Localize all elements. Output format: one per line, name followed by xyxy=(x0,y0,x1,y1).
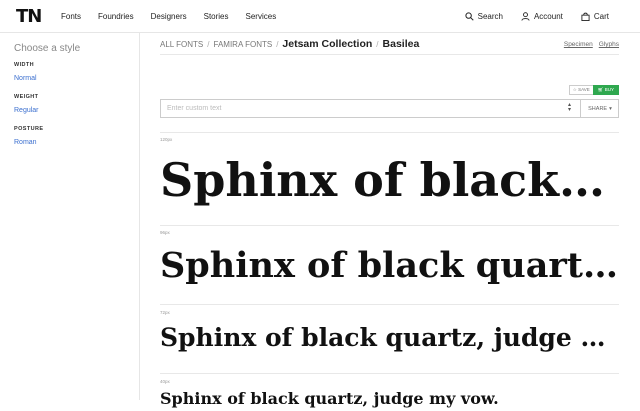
sample-text-72[interactable]: Sphinx of black quartz, judge my vow. xyxy=(160,317,618,359)
main-nav: Fonts Foundries Designers Stories Servic… xyxy=(61,0,276,32)
style-sidebar: Choose a style WIDTH Normal WEIGHT Regul… xyxy=(0,33,140,400)
tab-specimen[interactable]: Specimen xyxy=(564,41,593,48)
nav-foundries[interactable]: Foundries xyxy=(98,12,134,21)
nav-fonts[interactable]: Fonts xyxy=(61,12,81,21)
breadcrumb-foundry[interactable]: FAMIRA FONTS xyxy=(214,40,273,49)
cart-icon: 🛒︎ xyxy=(597,87,604,92)
breadcrumb-separator: / xyxy=(207,40,210,49)
sample-divider xyxy=(160,132,619,133)
sample-size-label: 72px xyxy=(160,310,170,315)
custom-text-input[interactable] xyxy=(161,100,573,117)
breadcrumb-separator: / xyxy=(376,40,379,49)
nav-designers[interactable]: Designers xyxy=(151,12,187,21)
purchase-actions: ☆ SAVE 🛒︎ BUY xyxy=(568,85,619,95)
breadcrumb-all-fonts[interactable]: ALL FONTS xyxy=(160,40,203,49)
view-tabs: Specimen Glyphs xyxy=(564,41,619,48)
sidebar-title: Choose a style xyxy=(14,43,81,54)
utility-nav: Search Account Cart xyxy=(465,0,609,32)
width-heading: WIDTH xyxy=(14,62,35,68)
account-label: Account xyxy=(533,11,563,21)
share-label: SHARE xyxy=(588,105,608,112)
posture-heading: POSTURE xyxy=(14,126,44,132)
breadcrumb-collection[interactable]: Jetsam Collection xyxy=(282,38,372,50)
buy-label: BUY xyxy=(604,87,614,92)
cart-label: Cart xyxy=(593,11,609,21)
sample-size-label: 96px xyxy=(160,230,170,235)
breadcrumb: ALL FONTS / FAMIRA FONTS / Jetsam Collec… xyxy=(160,38,419,50)
breadcrumb-font-name: Basilea xyxy=(382,38,420,50)
save-button[interactable]: ☆ SAVE xyxy=(568,85,593,95)
weight-heading: WEIGHT xyxy=(14,94,39,100)
sample-text-120[interactable]: Sphinx of black quartz, judge my vow. xyxy=(160,145,618,215)
star-icon: ☆ xyxy=(572,87,577,92)
sample-text-40[interactable]: Sphinx of black quartz, judge my vow. xyxy=(160,387,618,411)
header-divider xyxy=(160,54,619,55)
save-label: SAVE xyxy=(578,87,590,92)
sample-divider xyxy=(160,373,619,374)
cart-link[interactable]: Cart xyxy=(581,12,609,21)
nav-services[interactable]: Services xyxy=(246,12,277,21)
custom-text-box: ▴ ▾ SHARE ▾ xyxy=(160,99,619,118)
chevron-down-icon: ▾ xyxy=(609,105,612,112)
size-stepper[interactable]: ▴ ▾ xyxy=(568,102,571,113)
user-icon xyxy=(521,11,530,21)
search-link[interactable]: Search xyxy=(465,12,503,21)
sample-size-label: 40px xyxy=(160,379,170,384)
search-label: Search xyxy=(477,11,503,21)
account-link[interactable]: Account xyxy=(521,12,563,21)
weight-option-regular[interactable]: Regular xyxy=(14,107,39,114)
sample-size-label: 120px xyxy=(160,137,173,142)
nav-stories[interactable]: Stories xyxy=(204,12,229,21)
search-icon xyxy=(465,11,474,21)
tab-glyphs[interactable]: Glyphs xyxy=(599,41,619,48)
sample-text-96[interactable]: Sphinx of black quartz, judge my vow. xyxy=(160,238,618,294)
share-dropdown[interactable]: SHARE ▾ xyxy=(580,100,619,117)
sample-divider xyxy=(160,304,619,305)
posture-option-roman[interactable]: Roman xyxy=(14,139,37,146)
top-navigation-bar: TN Fonts Foundries Designers Stories Ser… xyxy=(0,0,640,33)
site-logo[interactable]: TN xyxy=(16,6,42,27)
cart-bag-icon xyxy=(581,12,590,21)
sample-divider xyxy=(160,225,619,226)
breadcrumb-separator: / xyxy=(276,40,279,49)
width-option-normal[interactable]: Normal xyxy=(14,75,37,82)
chevron-down-icon[interactable]: ▾ xyxy=(568,107,571,113)
buy-button[interactable]: 🛒︎ BUY xyxy=(592,85,619,95)
